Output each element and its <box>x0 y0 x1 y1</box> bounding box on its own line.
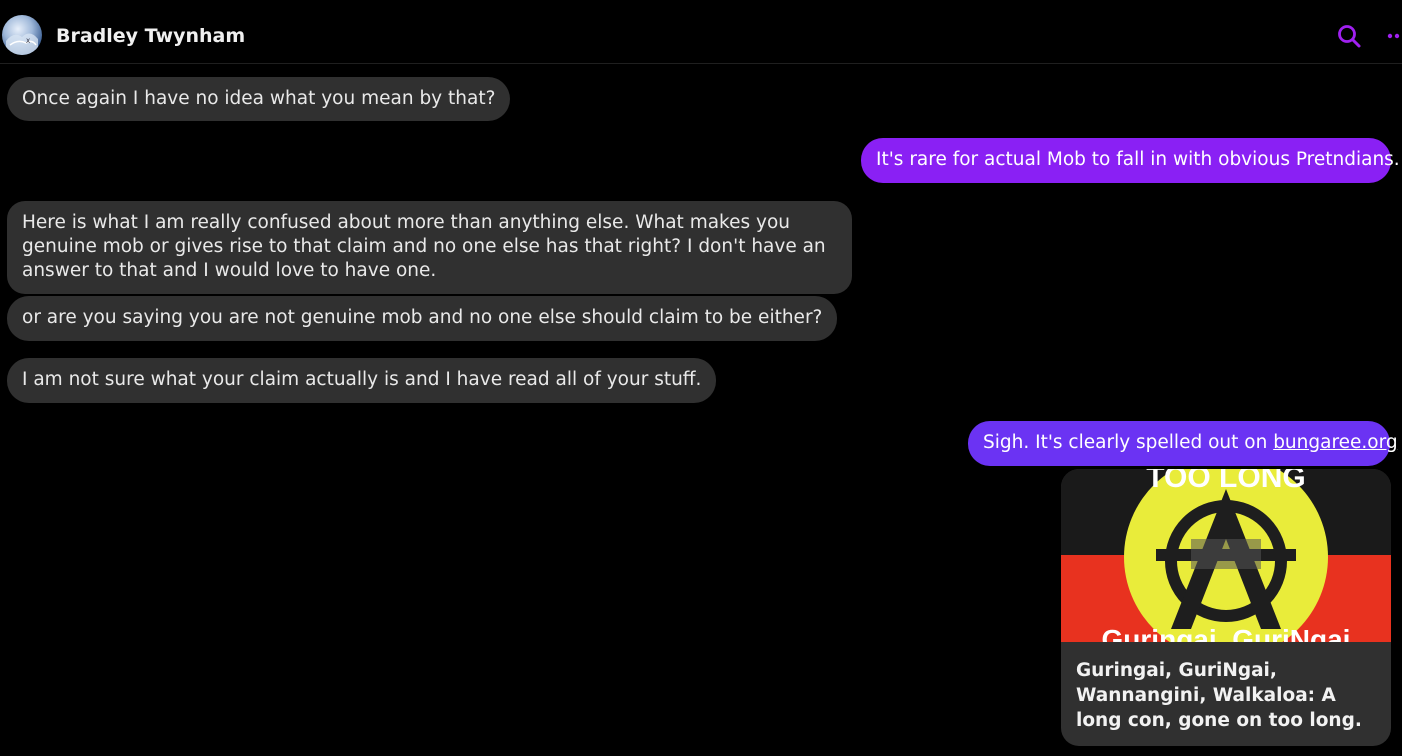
outgoing-message[interactable]: It's rare for actual Mob to fall in with… <box>861 138 1400 183</box>
message-text: Sigh. It's clearly spelled out on <box>983 432 1274 453</box>
link-preview-card[interactable]: TOO LONG Guringai, GuriNgai Guringai, Gu… <box>1061 469 1391 746</box>
incoming-message[interactable]: or are you saying you are not genuine mo… <box>7 296 838 341</box>
avatar-image: X <box>6 33 38 55</box>
conversation-header: X Bradley Twynham <box>0 0 1402 64</box>
search-icon[interactable] <box>1336 23 1362 49</box>
link-preview-title[interactable]: Guringai, GuriNgai, Wannangini, Walkaloa… <box>1076 658 1381 733</box>
outgoing-message-with-link[interactable]: Sigh. It's clearly spelled out on bungar… <box>968 421 1398 466</box>
incoming-message[interactable]: Here is what I am really confused about … <box>7 201 852 294</box>
bungaree-link[interactable]: bungaree.org <box>1273 432 1397 453</box>
contact-avatar[interactable]: X <box>2 15 42 55</box>
more-options-icon[interactable] <box>1386 30 1402 42</box>
incoming-message[interactable]: Once again I have no idea what you mean … <box>7 77 511 121</box>
aboriginal-flag-anarchy-image: TOO LONG Guringai, GuriNgai <box>1061 469 1391 642</box>
svg-text:X: X <box>26 38 30 45</box>
incoming-message[interactable]: I am not sure what your claim actually i… <box>7 358 717 403</box>
image-caption-bottom: Guringai, GuriNgai <box>1102 624 1351 642</box>
contact-name[interactable]: Bradley Twynham <box>56 24 245 48</box>
